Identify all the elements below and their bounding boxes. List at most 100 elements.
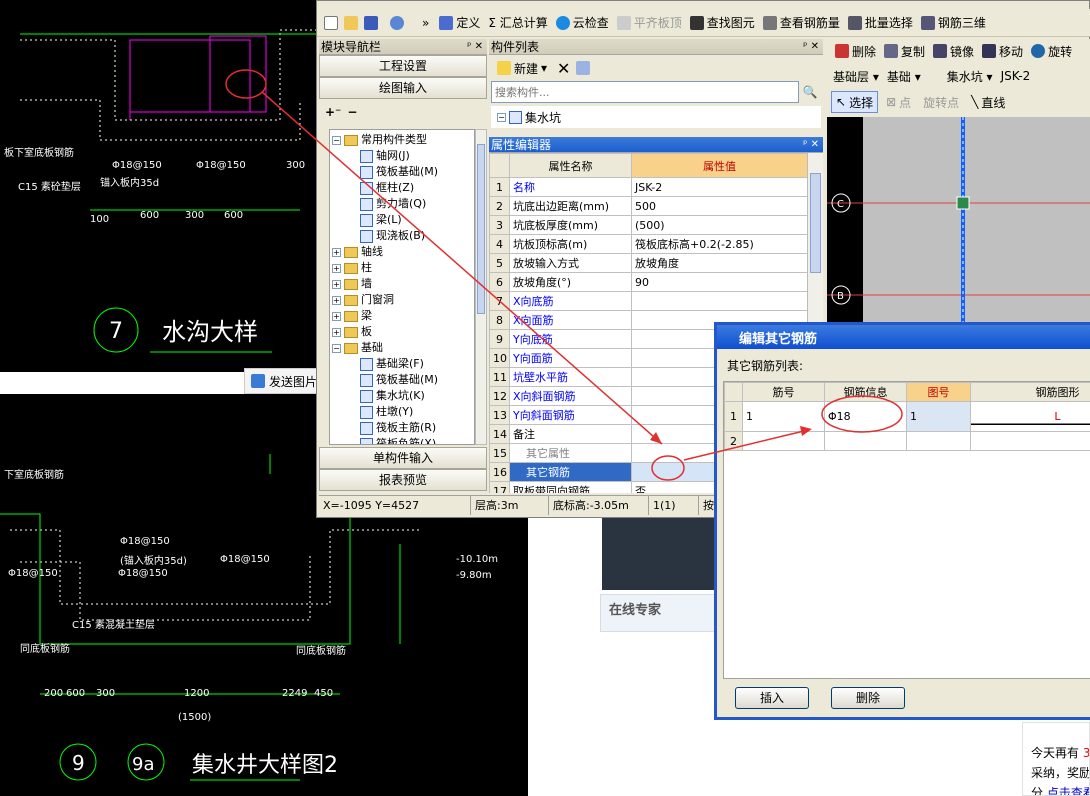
select-button[interactable]: ↖ 选择 — [831, 91, 879, 113]
search-icon[interactable]: 🔍 — [799, 81, 821, 103]
toolbar-define-button[interactable]: 定义 — [435, 12, 484, 34]
property-row[interactable]: 2 坑底出边距离(mm) 500 — [489, 196, 808, 216]
send-image-popup[interactable]: 发送图片 — [244, 368, 318, 394]
delete-button[interactable]: 删除 — [831, 40, 880, 62]
draw-input-button[interactable]: 绘图输入 — [319, 77, 487, 99]
nav-tree-item[interactable]: 集水坑(K) — [330, 388, 474, 404]
property-row[interactable]: 5 放坡输入方式 放坡角度 — [489, 253, 808, 273]
rotate-point-button[interactable]: 旋转点 — [919, 91, 963, 113]
component-root-item[interactable]: − 集水坑 — [491, 106, 821, 128]
collapse-all-icon[interactable]: − — [347, 105, 357, 119]
nav-tree-item[interactable]: 筏板负筋(X) — [330, 436, 474, 444]
rebar-info-cell[interactable] — [824, 431, 907, 451]
copy-icon[interactable] — [576, 61, 591, 75]
new-file-icon[interactable] — [324, 15, 338, 30]
property-value[interactable]: 90 — [631, 272, 808, 292]
nav-tree-item[interactable]: 筏板基础(M) — [330, 372, 474, 388]
property-value[interactable]: (500) — [631, 215, 808, 235]
rotate-button[interactable]: 旋转 — [1027, 40, 1076, 62]
expand-icon[interactable]: + — [332, 311, 341, 321]
property-row[interactable]: 1 名称 JSK-2 — [489, 177, 808, 197]
expand-icon[interactable]: + — [332, 295, 341, 305]
pin-icon[interactable]: ᵖ ✕ — [803, 41, 823, 52]
floor-select[interactable]: 基础层 ▾ — [833, 68, 879, 85]
name-select[interactable]: JSK-2 — [1001, 69, 1031, 83]
toolbar-rebar-qty-button[interactable]: 查看钢筋量 — [759, 12, 844, 34]
rebar-row[interactable]: 1 1 Φ18 1 L — [724, 401, 1090, 432]
notice-link[interactable]: 点击查看 — [1047, 786, 1089, 795]
property-row[interactable]: 7 X向底筋 — [489, 291, 808, 311]
expand-icon[interactable]: − — [497, 112, 506, 122]
tree-scrollbar-thumb[interactable] — [477, 144, 485, 314]
delete-button[interactable]: 删除 — [831, 687, 905, 709]
save-icon[interactable] — [364, 15, 378, 30]
pin-icon[interactable]: ᵖ ✕ — [803, 139, 823, 150]
bar-no-cell[interactable]: 1 — [742, 401, 825, 432]
open-folder-icon[interactable] — [344, 15, 358, 30]
toolbar-overflow-icon[interactable]: » — [422, 16, 429, 30]
property-value[interactable]: 筏板底标高+0.2(-2.85) — [631, 234, 808, 254]
nav-tree-item[interactable]: 剪力墙(Q) — [330, 196, 474, 212]
expand-all-icon[interactable]: +⁻ — [325, 105, 341, 119]
nav-tree-item[interactable]: 筏板主筋(R) — [330, 420, 474, 436]
figure-no-cell[interactable] — [906, 431, 971, 451]
property-value[interactable]: 500 — [631, 196, 808, 216]
rebar-shape-cell[interactable] — [970, 431, 1090, 451]
point-button[interactable]: ⊠ 点 — [882, 91, 915, 113]
nav-tree-item[interactable]: 梁(L) — [330, 212, 474, 228]
undo-icon[interactable] — [390, 15, 404, 30]
toolbar-rebar-3d-button[interactable]: 钢筋三维 — [917, 12, 990, 34]
rebar-shape-cell[interactable]: L — [970, 401, 1090, 432]
nav-tree-item[interactable]: + 门窗洞 — [330, 292, 474, 308]
report-preview-button[interactable]: 报表预览 — [319, 469, 487, 491]
nav-tree-item[interactable]: − 常用构件类型 — [330, 132, 474, 148]
nav-tree-item[interactable]: 基础梁(F) — [330, 356, 474, 372]
nav-tree-item[interactable]: + 板 — [330, 324, 474, 340]
property-value[interactable] — [631, 291, 808, 311]
pin-icon[interactable]: ᵖ ✕ — [467, 41, 487, 52]
nav-tree-item[interactable]: 框柱(Z) — [330, 180, 474, 196]
delete-x-icon[interactable]: ✕ — [557, 59, 570, 78]
property-row[interactable]: 6 放坡角度(°) 90 — [489, 272, 808, 292]
toolbar-find-button[interactable]: 查找图元 — [686, 12, 759, 34]
single-input-button[interactable]: 单构件输入 — [319, 447, 487, 469]
nav-tree-item[interactable]: 柱墩(Y) — [330, 404, 474, 420]
project-settings-button[interactable]: 工程设置 — [319, 55, 487, 77]
component-search-input[interactable] — [491, 81, 799, 103]
new-component-button[interactable]: 新建 ▾ — [493, 57, 551, 79]
toolbar-cloud-check-button[interactable]: 云检查 — [552, 12, 613, 34]
tree-scrollbar[interactable] — [475, 129, 487, 445]
expand-icon[interactable]: + — [332, 247, 341, 257]
rebar-row[interactable]: 2 — [724, 431, 1090, 451]
property-value[interactable]: 放坡角度 — [631, 253, 808, 273]
property-row[interactable]: 3 坑底板厚度(mm) (500) — [489, 215, 808, 235]
toolbar-sum-button[interactable]: Σ 汇总计算 — [484, 12, 551, 34]
property-value[interactable]: JSK-2 — [631, 177, 808, 197]
toolbar-batch-select-button[interactable]: 批量选择 — [844, 12, 917, 34]
nav-tree-item[interactable]: + 轴线 — [330, 244, 474, 260]
type-select[interactable]: 集水坑 ▾ — [947, 68, 993, 85]
line-button[interactable]: ╲ 直线 — [967, 91, 1009, 113]
figure-no-cell[interactable]: 1 — [906, 401, 971, 432]
collapse-icon[interactable]: − — [332, 135, 341, 145]
bar-no-cell[interactable] — [742, 431, 825, 451]
move-button[interactable]: 移动 — [978, 40, 1027, 62]
category-select[interactable]: 基础 ▾ — [887, 68, 921, 85]
nav-tree-item[interactable]: 轴网(J) — [330, 148, 474, 164]
expand-icon[interactable]: + — [332, 279, 341, 289]
nav-tree-item[interactable]: + 梁 — [330, 308, 474, 324]
nav-tree-item[interactable]: + 柱 — [330, 260, 474, 276]
property-scrollbar-thumb[interactable] — [810, 173, 821, 273]
insert-button[interactable]: 插入 — [735, 687, 809, 709]
property-row[interactable]: 4 坑板顶标高(m) 筏板底标高+0.2(-2.85) — [489, 234, 808, 254]
collapse-icon[interactable]: − — [332, 343, 341, 353]
copy-button[interactable]: 复制 — [880, 40, 929, 62]
nav-tree-item[interactable]: 筏板基础(M) — [330, 164, 474, 180]
drawing-canvas[interactable]: C B — [827, 117, 1090, 327]
rebar-info-cell[interactable]: Φ18 — [824, 401, 907, 432]
expand-icon[interactable]: + — [332, 263, 341, 273]
nav-tree-item[interactable]: 现浇板(B) — [330, 228, 474, 244]
nav-tree-item[interactable]: + 墙 — [330, 276, 474, 292]
toolbar-align-top-button[interactable]: 平齐板顶 — [613, 12, 686, 34]
expand-icon[interactable]: + — [332, 327, 341, 337]
